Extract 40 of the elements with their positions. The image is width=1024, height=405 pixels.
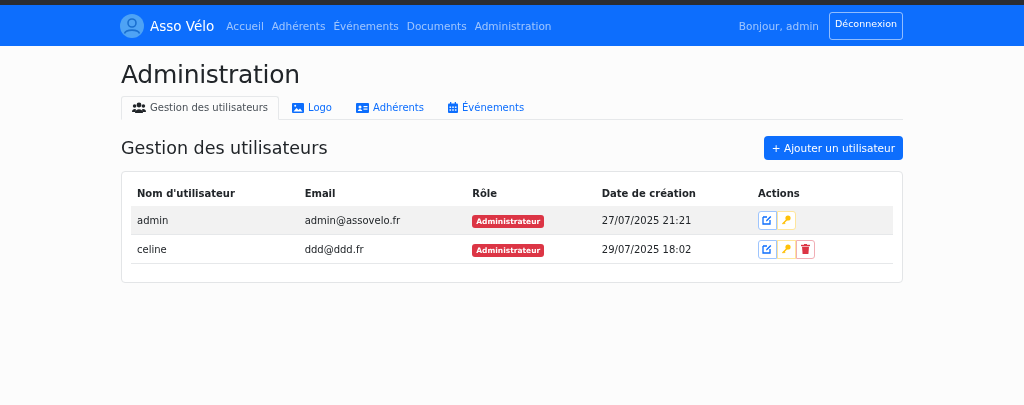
nav-link[interactable]: Événements (333, 19, 399, 32)
image-icon (292, 102, 304, 113)
password-button[interactable] (777, 210, 796, 230)
nav-link[interactable]: Documents (406, 19, 467, 32)
key-icon (781, 244, 792, 254)
column-header: Date de création (595, 182, 752, 206)
brand-link[interactable]: Asso Vélo (150, 17, 215, 34)
calendar-icon (448, 102, 458, 113)
page-title: Administration (121, 60, 301, 91)
logout-button[interactable]: Déconnexion (829, 11, 903, 40)
delete-button[interactable] (796, 239, 815, 259)
table-cell: ddd@ddd.fr (298, 234, 467, 264)
edit-button[interactable] (758, 239, 777, 259)
users-icon (132, 102, 146, 113)
key-icon (781, 215, 792, 225)
table-cell: 29/07/2025 18:02 (595, 234, 752, 264)
table-cell: celine (131, 234, 299, 264)
add-user-button[interactable]: + Ajouter un utilisateur (763, 136, 903, 160)
column-header: Actions (752, 182, 893, 206)
nav-link[interactable]: Administration (474, 19, 552, 32)
table-cell: admin@assovelo.fr (298, 206, 467, 235)
column-header: Nom d'utilisateur (131, 182, 299, 206)
column-header: Rôle (466, 182, 596, 206)
tab[interactable]: Adhérents (345, 96, 435, 120)
nav-link[interactable]: Adhérents (271, 19, 326, 32)
section-title: Gestion des utilisateurs (121, 138, 328, 158)
tab[interactable]: Logo (281, 96, 343, 120)
avatar-icon (120, 13, 144, 38)
edit-icon (762, 215, 773, 225)
greeting-text: Bonjour, admin (738, 19, 819, 32)
tab[interactable]: Événements (437, 96, 536, 120)
table-cell: admin (131, 206, 299, 235)
column-header: Email (298, 182, 467, 206)
tab[interactable]: Gestion des utilisateurs (121, 96, 279, 120)
edit-icon (762, 244, 773, 254)
trash-icon (801, 244, 810, 254)
nav-link[interactable]: Accueil (226, 19, 264, 32)
table-cell: 27/07/2025 21:21 (595, 206, 752, 235)
id-card-icon (356, 102, 369, 113)
edit-button[interactable] (758, 210, 777, 230)
